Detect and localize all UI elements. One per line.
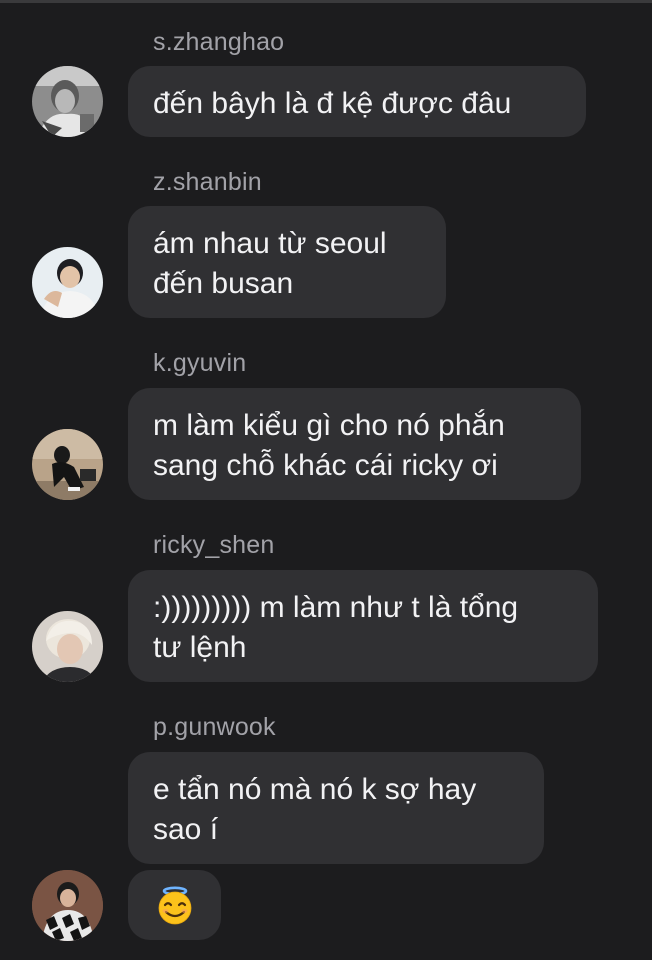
- sender-name[interactable]: z.shanbin: [153, 167, 262, 197]
- message-bubble[interactable]: :))))))))) m làm như t là tổng tư lệnh: [128, 570, 598, 682]
- avatar-photo: [32, 611, 103, 682]
- avatar[interactable]: [32, 611, 103, 682]
- avatar[interactable]: [32, 429, 103, 500]
- sender-name[interactable]: ricky_shen: [153, 530, 275, 560]
- message-bubble[interactable]: đến bâyh là đ kệ được đâu: [128, 66, 586, 137]
- sender-name[interactable]: p.gunwook: [153, 712, 276, 742]
- message-bubble[interactable]: ám nhau từ seoul đến busan: [128, 206, 446, 318]
- avatar-photo: [32, 870, 103, 941]
- avatar[interactable]: [32, 870, 103, 941]
- avatar-photo: [32, 247, 103, 318]
- sender-name[interactable]: s.zhanghao: [153, 27, 284, 57]
- avatar-photo: [32, 66, 103, 137]
- avatar[interactable]: [32, 247, 103, 318]
- avatar[interactable]: [32, 66, 103, 137]
- message-bubble[interactable]: e tẩn nó mà nó k sợ hay sao í: [128, 752, 544, 864]
- message-bubble[interactable]: m làm kiểu gì cho nó phắn sang chỗ khác …: [128, 388, 581, 500]
- sender-name[interactable]: k.gyuvin: [153, 348, 246, 378]
- message-bubble[interactable]: [128, 870, 221, 940]
- avatar-photo: [32, 429, 103, 500]
- top-divider: [0, 0, 652, 3]
- smiling-face-with-halo-icon: [158, 886, 192, 925]
